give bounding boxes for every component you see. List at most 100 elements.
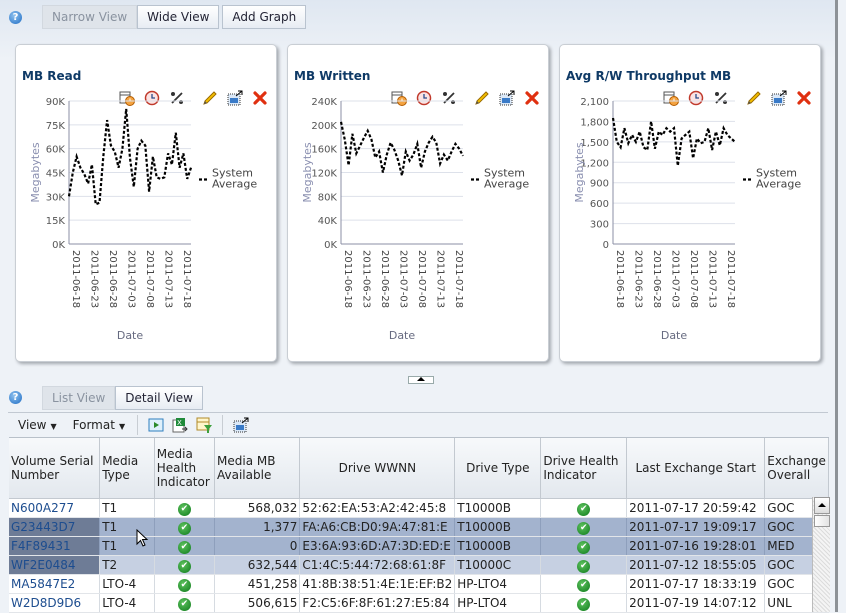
x-tick-label: 2011-07-03 [397, 250, 408, 308]
column-header-drive-health-indicator[interactable]: Drive Health Indicator [540, 438, 628, 499]
edit-pencil-icon[interactable] [474, 50, 490, 105]
cell-media-type: T1 [99, 498, 155, 518]
format-menu-label: Format [72, 418, 115, 432]
export-table-icon[interactable] [227, 50, 243, 106]
cell-media-health: ✔ [154, 536, 216, 556]
table-row[interactable]: N600A277 T1 ✔ 568,032 52:62:EA:53:A2:42:45:8… [9, 498, 829, 518]
scroll-up-button[interactable] [814, 497, 830, 514]
y-tick-label: 75K [46, 121, 66, 132]
y-tick-label: 90K [46, 97, 66, 108]
health-ok-icon: ✔ [177, 579, 191, 592]
legend-label: Average [212, 178, 257, 191]
x-tick-label: 2011-06-18 [614, 250, 625, 308]
close-icon[interactable] [796, 50, 812, 105]
clock-icon[interactable] [416, 50, 432, 106]
column-header-volume-serial-number[interactable]: Volume Serial Number [9, 438, 101, 499]
toolbar-separator [222, 415, 224, 435]
cell-volume-serial-number[interactable]: WF2E0484 [9, 555, 101, 575]
table-row[interactable]: G23443D7 T1 ✔ 1,377 FA:A6:CB:D0:9A:47:81:E T1… [9, 517, 829, 537]
add-graph-button[interactable]: Add Graph [222, 5, 307, 29]
x-tick-label: 2011-06-18 [342, 250, 353, 308]
help-icon-table[interactable]: ? [9, 391, 22, 404]
chart-avg-throughput: 03006009001,2001,5001,8002,1002011-06-18… [573, 97, 801, 342]
page: ? Narrow View Wide View Add Graph MB Rea… [0, 0, 838, 613]
column-header-media-mb-available[interactable]: Media MB Available [214, 438, 301, 499]
cell-last-exchange-start: 2011-07-16 19:28:01 [626, 536, 766, 556]
percent-icon[interactable] [441, 50, 457, 104]
x-tick-label: 2011-06-18 [70, 250, 81, 308]
y-axis-title: Megabytes [29, 142, 42, 203]
column-header-drive-type[interactable]: Drive Type [454, 438, 542, 499]
column-header-media-type[interactable]: Media Type [99, 438, 155, 499]
percent-icon[interactable] [713, 50, 729, 104]
y-tick-label: 80K [318, 192, 338, 203]
card-toolbar [663, 50, 812, 106]
detail-view-button[interactable]: Detail View [115, 386, 203, 410]
x-tick-label: 2011-07-18 [181, 250, 192, 308]
table-row[interactable]: WF2E0484 T2 ✔ 632,544 C1:4C:5:44:72:68:61:8F… [9, 555, 829, 575]
calendar-clock-icon[interactable] [663, 50, 679, 106]
table-row[interactable]: MA5847E2 LTO-4 ✔ 451,258 41:8B:38:51:4E:1E:E… [9, 574, 829, 594]
y-tick-label: 200K [311, 121, 337, 132]
cell-drive-type: HP-LTO4 [454, 574, 542, 594]
table-vertical-scrollbar[interactable] [812, 497, 830, 612]
edit-pencil-icon[interactable] [746, 50, 762, 105]
cell-drive-wwnn: E3:6A:93:6D:A7:3D:ED:E [299, 536, 456, 556]
cell-drive-health: ✔ [540, 555, 628, 575]
cell-volume-serial-number[interactable]: G23443D7 [9, 517, 101, 537]
y-tick-label: 30K [46, 192, 66, 203]
export-table-icon[interactable] [771, 50, 787, 106]
cell-media-type: LTO-4 [99, 574, 155, 594]
table-row[interactable]: F4F89431 T1 ✔ 0 E3:6A:93:6D:A7:3D:ED:E T10000… [9, 536, 829, 556]
export-table-icon[interactable] [499, 50, 515, 106]
divider [8, 412, 828, 413]
cell-media-type: LTO-4 [99, 593, 155, 613]
column-header-last-exchange-start[interactable]: Last Exchange Start [626, 438, 766, 499]
y-axis-title: Megabytes [301, 142, 314, 203]
x-tick-label: 2011-07-08 [144, 250, 155, 308]
cell-volume-serial-number[interactable]: MA5847E2 [9, 574, 101, 594]
y-tick-label: 600 [590, 199, 609, 210]
help-icon[interactable]: ? [9, 11, 22, 24]
clock-icon[interactable] [144, 50, 160, 106]
edit-pencil-icon[interactable] [202, 50, 218, 105]
close-icon[interactable] [252, 50, 268, 105]
collapse-splitter-button[interactable] [408, 376, 434, 384]
mouse-cursor-icon [136, 529, 149, 547]
detach-icon[interactable] [233, 417, 249, 433]
cell-last-exchange-start: 2011-07-19 14:07:12 [626, 593, 766, 613]
format-menu[interactable]: Format ▼ [73, 418, 125, 432]
wide-view-button[interactable]: Wide View [137, 5, 220, 29]
cell-drive-wwnn: 52:62:EA:53:A2:42:45:8 [299, 498, 456, 518]
card-toolbar [119, 50, 268, 106]
cell-volume-serial-number[interactable]: N600A277 [9, 498, 101, 518]
filter-icon[interactable] [196, 417, 213, 433]
cell-media-mb-available: 506,615 [214, 593, 301, 613]
calendar-clock-icon[interactable] [391, 50, 407, 106]
health-ok-icon: ✔ [577, 598, 591, 611]
column-header-media-health-indicator[interactable]: Media Health Indicator [154, 438, 216, 499]
cell-drive-wwnn: FA:A6:CB:D0:9A:47:81:E [299, 517, 456, 537]
cell-drive-type: T10000B [454, 517, 542, 537]
health-ok-icon: ✔ [177, 503, 191, 516]
toolbar-separator [137, 415, 139, 435]
table-row[interactable]: W2D8D9D6 LTO-4 ✔ 506,615 F2:C5:6F:8F:61:27:E… [9, 593, 829, 613]
percent-icon[interactable] [169, 50, 185, 104]
view-menu[interactable]: View ▼ [18, 418, 57, 432]
close-icon[interactable] [524, 50, 540, 105]
column-header-drive-wwnn[interactable]: Drive WWNN [299, 438, 456, 499]
clock-icon[interactable] [688, 50, 704, 106]
cell-drive-type: T10000C [454, 555, 542, 575]
cell-volume-serial-number[interactable]: W2D8D9D6 [9, 593, 101, 613]
export-excel-icon[interactable]: X [172, 417, 188, 433]
narrow-view-button[interactable]: Narrow View [42, 5, 138, 29]
run-icon[interactable] [148, 417, 164, 433]
y-tick-label: 15K [46, 216, 66, 227]
scroll-thumb[interactable] [814, 515, 830, 527]
column-header-exchange-overall[interactable]: Exchange Overall [764, 438, 829, 499]
calendar-clock-icon[interactable] [119, 50, 135, 106]
cell-last-exchange-start: 2011-07-17 20:59:42 [626, 498, 766, 518]
chart-mb-read: 0K 15K 30K 45K 60K 75K 90K 2011-06-18 2011-06-23… [29, 97, 257, 342]
list-view-button[interactable]: List View [42, 386, 116, 410]
cell-volume-serial-number[interactable]: F4F89431 [9, 536, 101, 556]
